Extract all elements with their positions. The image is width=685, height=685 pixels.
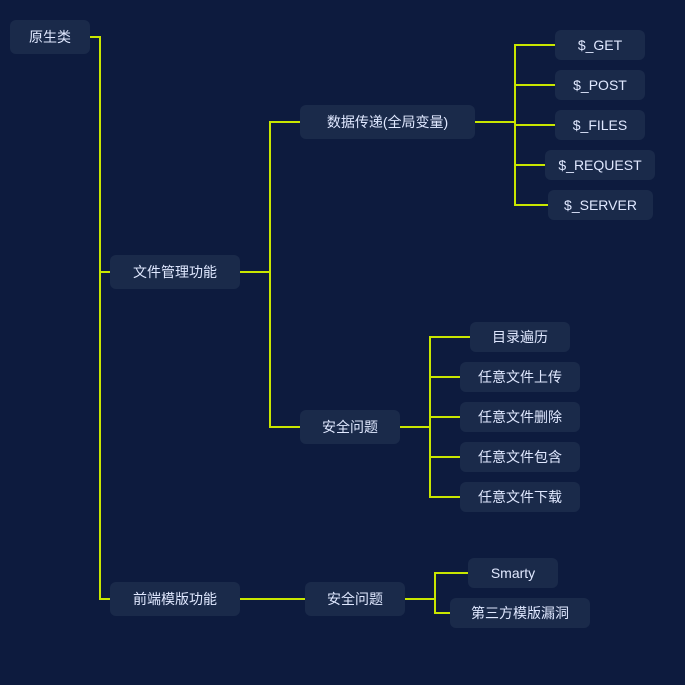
node-root: 原生类: [10, 20, 90, 54]
node-download: 任意文件下载: [460, 482, 580, 512]
node-data-transfer: 数据传递(全局变量): [300, 105, 475, 139]
node-get: $_GET: [555, 30, 645, 60]
node-file-mgmt: 文件管理功能: [110, 255, 240, 289]
node-upload: 任意文件上传: [460, 362, 580, 392]
node-security2: 安全问题: [305, 582, 405, 616]
node-include: 任意文件包含: [460, 442, 580, 472]
node-post: $_POST: [555, 70, 645, 100]
node-smarty: Smarty: [468, 558, 558, 588]
node-server: $_SERVER: [548, 190, 653, 220]
mind-map: 原生类 文件管理功能 数据传递(全局变量) $_GET $_POST $_FIL…: [0, 0, 685, 685]
node-frontend: 前端模版功能: [110, 582, 240, 616]
node-security1: 安全问题: [300, 410, 400, 444]
node-dir-traverse: 目录遍历: [470, 322, 570, 352]
node-request: $_REQUEST: [545, 150, 655, 180]
node-delete: 任意文件删除: [460, 402, 580, 432]
node-third-party: 第三方模版漏洞: [450, 598, 590, 628]
node-files: $_FILES: [555, 110, 645, 140]
